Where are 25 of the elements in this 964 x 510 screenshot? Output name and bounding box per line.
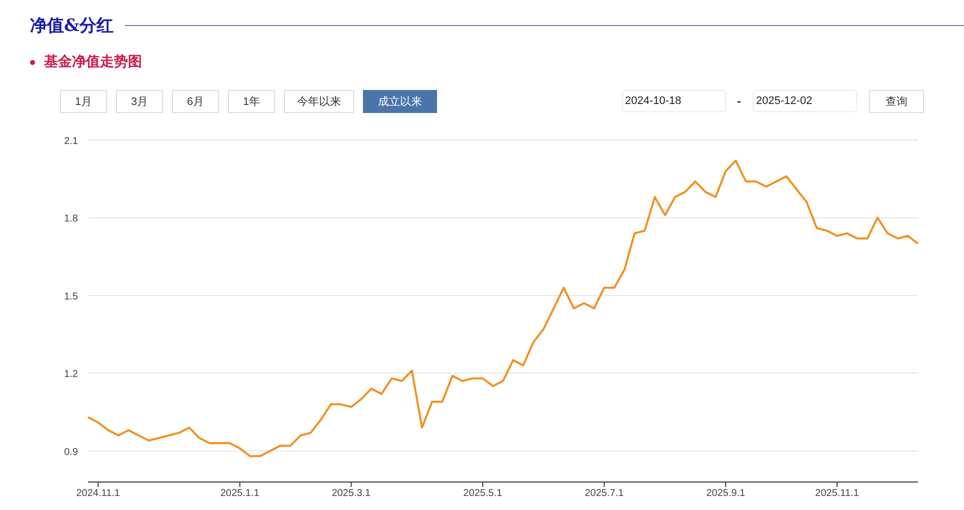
range-button[interactable]: 今年以来 (284, 90, 354, 112)
x-axis-label: 2025.11.1 (815, 488, 859, 497)
x-axis-label: 2025.5.1 (463, 488, 502, 497)
range-button[interactable]: 1年 (228, 90, 275, 112)
y-axis-label: 0.9 (64, 446, 78, 458)
x-axis-label: 2025.1.1 (220, 488, 260, 497)
y-axis-label: 1.5 (64, 291, 78, 302)
date-separator: - (737, 94, 741, 108)
range-button[interactable]: 6月 (172, 90, 219, 112)
x-axis-label: 2025.3.1 (332, 488, 371, 497)
x-axis-label: 2025.7.1 (584, 488, 624, 497)
section-title: 净值&分红 (30, 15, 114, 37)
y-axis-label: 2.1 (64, 136, 78, 147)
query-button[interactable]: 查询 (869, 90, 924, 112)
range-button[interactable]: 成立以来 (363, 90, 437, 112)
x-axis-label: 2024.11.1 (76, 488, 120, 497)
x-axis-label: 2025.9.1 (706, 488, 746, 497)
start-date-field[interactable]: 2024-10-18 (623, 91, 725, 111)
bullet-icon (30, 60, 35, 64)
range-button[interactable]: 3月 (116, 90, 163, 112)
y-axis-label: 1.8 (64, 214, 78, 225)
y-axis-label: 1.2 (64, 369, 78, 380)
range-button[interactable]: 1月 (60, 90, 107, 112)
subsection-title: 基金净值走势图 (44, 53, 142, 71)
end-date-field[interactable]: 2025-12-02 (754, 91, 856, 111)
